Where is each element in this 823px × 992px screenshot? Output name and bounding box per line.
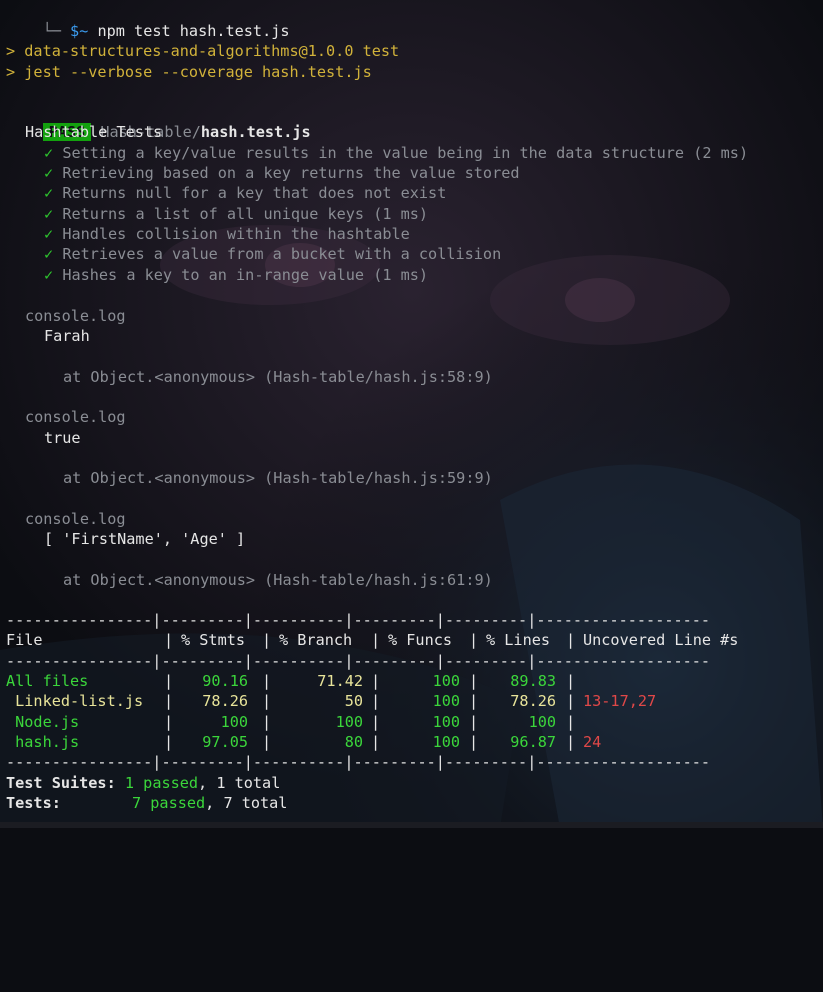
check-icon: ✓ [44, 144, 54, 162]
console-log-location: at Object.<anonymous> (Hash-table/hash.j… [63, 368, 493, 386]
check-icon: ✓ [44, 205, 54, 223]
console-log-value: true [44, 429, 81, 447]
test-item: ✓ Retrieving based on a key returns the … [44, 164, 520, 182]
test-item: ✓ Returns null for a key that does not e… [44, 184, 447, 202]
check-icon: ✓ [44, 266, 54, 284]
coverage-separator: ----------------|---------|----------|--… [6, 753, 711, 771]
console-log-label: console.log [25, 510, 126, 528]
test-file: hash.test.js [200, 123, 311, 141]
prompt-command: npm test hash.test.js [97, 22, 290, 40]
prompt-branch: └─ [42, 22, 61, 40]
prompt-line: └─ $~ npm test hash.test.js [6, 1, 290, 40]
npm-script-line: > data-structures-and-algorithms@1.0.0 t… [6, 42, 400, 60]
table-row: Linked-list.js | 78.26 | 50 | 100 | 78.2… [6, 692, 657, 710]
test-result-line: PASS Hash-table/hash.test.js [6, 102, 311, 141]
test-item: ✓ Handles collision within the hashtable [44, 225, 410, 243]
table-row: hash.js | 97.05 | 80 | 100 | 96.87 | 24 [6, 733, 602, 751]
coverage-header-row: File | % Stmts | % Branch | % Funcs | % … [6, 631, 739, 649]
check-icon: ✓ [44, 184, 54, 202]
header-uncovered: Uncovered Line #s [583, 631, 739, 649]
table-row: All files | 90.16 | 71.42 | 100 | 89.83 … [6, 672, 576, 690]
console-log-location: at Object.<anonymous> (Hash-table/hash.j… [63, 469, 493, 487]
coverage-separator: ----------------|---------|----------|--… [6, 611, 711, 629]
console-log-location: at Object.<anonymous> (Hash-table/hash.j… [63, 571, 493, 589]
prompt-symbol: $~ [70, 22, 89, 40]
check-icon: ✓ [44, 245, 54, 263]
terminal-bottom-bar [0, 822, 823, 828]
console-log-value: Farah [44, 327, 90, 345]
table-row: Node.js | 100 | 100 | 100 | 100 | [6, 713, 576, 731]
npm-command-line: > jest --verbose --coverage hash.test.js [6, 63, 372, 81]
test-item: ✓ Returns a list of all unique keys (1 m… [44, 205, 429, 223]
header-lines: % Lines [486, 631, 551, 649]
test-item: ✓ Setting a key/value results in the val… [44, 144, 749, 162]
check-icon: ✓ [44, 225, 54, 243]
suite-title: Hashtable Tests [25, 123, 163, 141]
check-icon: ✓ [44, 164, 54, 182]
console-log-label: console.log [25, 408, 126, 426]
header-branch: % Branch [279, 631, 353, 649]
console-log-label: console.log [25, 307, 126, 325]
header-file: File [6, 631, 43, 649]
console-log-value: [ 'FirstName', 'Age' ] [44, 530, 246, 548]
test-item: ✓ Hashes a key to an in-range value (1 m… [44, 266, 429, 284]
summary-tests: Tests: 7 passed, 7 total [6, 794, 288, 812]
summary-suites: Test Suites: 1 passed, 1 total [6, 774, 281, 792]
test-item: ✓ Retrieves a value from a bucket with a… [44, 245, 502, 263]
coverage-separator: ----------------|---------|----------|--… [6, 652, 711, 670]
header-funcs: % Funcs [388, 631, 453, 649]
header-stmts: % Stmts [181, 631, 246, 649]
